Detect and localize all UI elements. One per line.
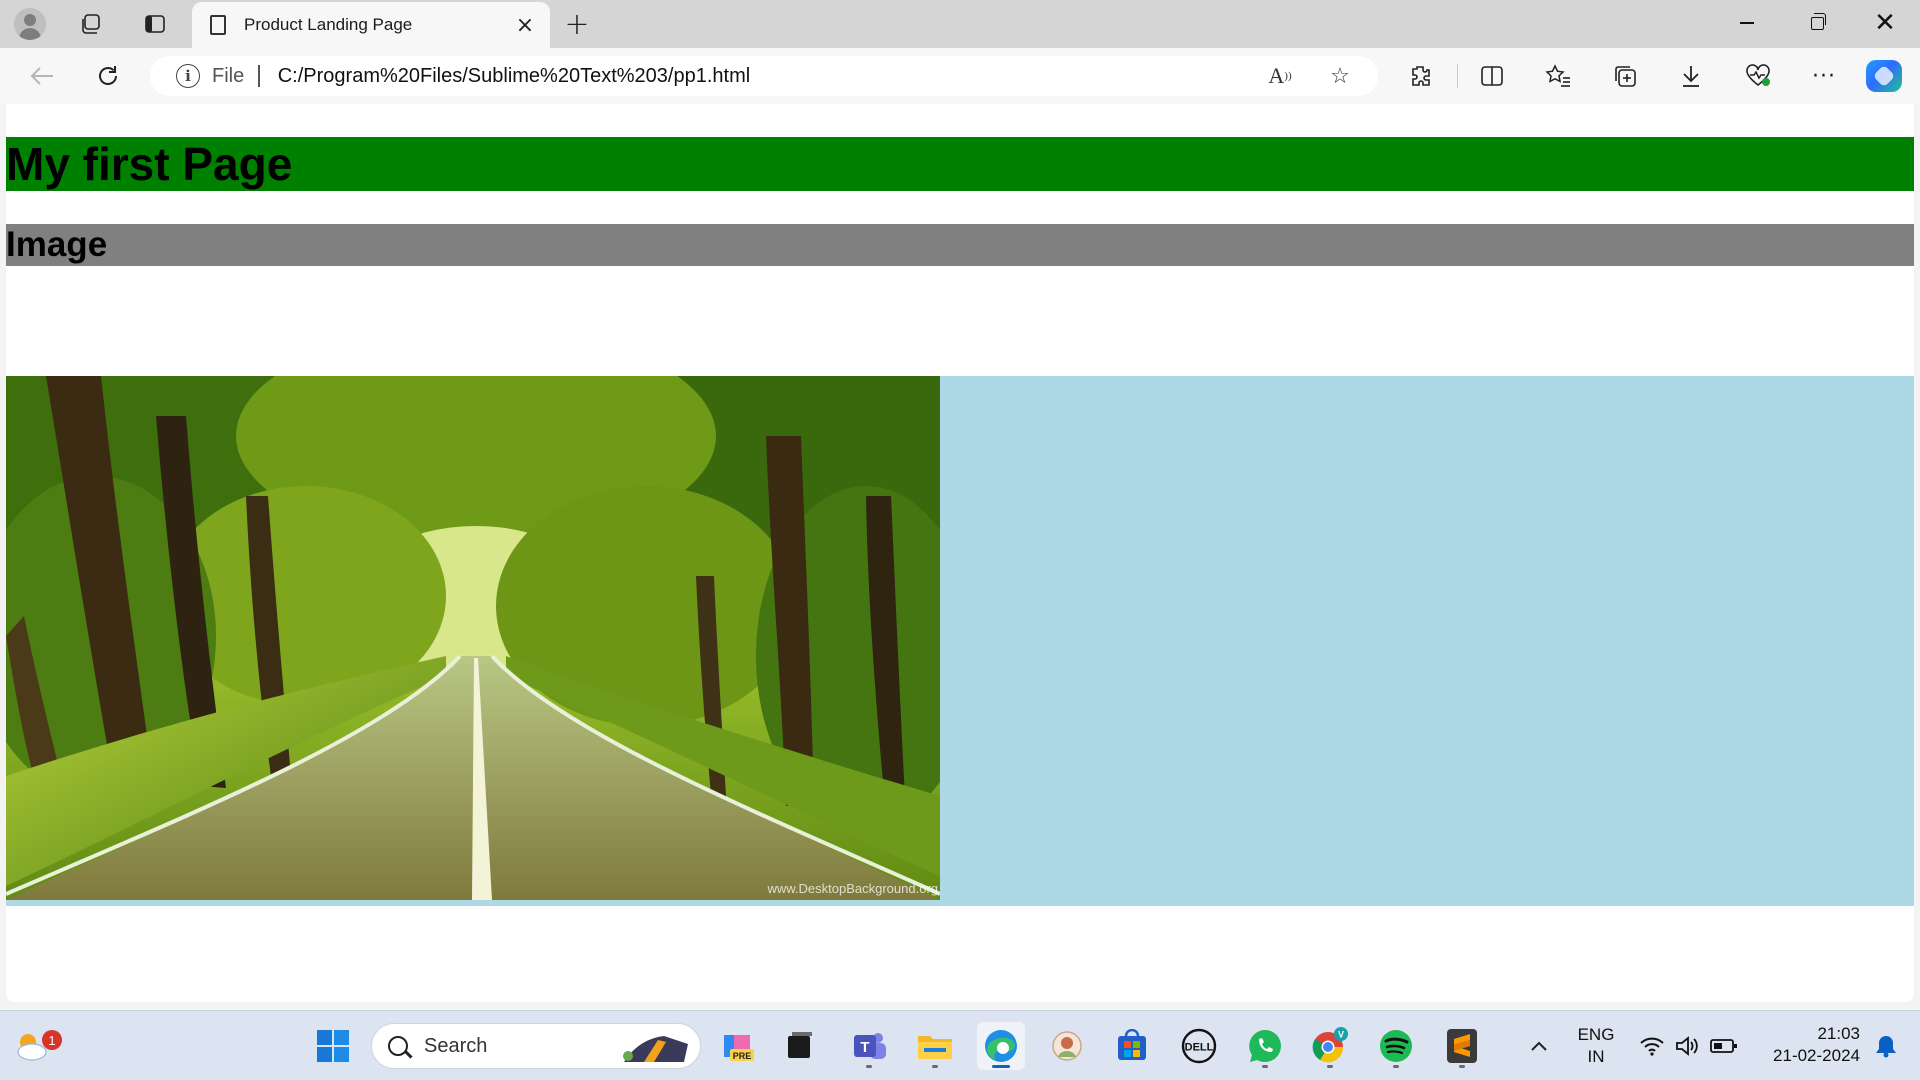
clock-time: 21:03 [1817,1024,1860,1043]
tab-title: Product Landing Page [244,15,413,34]
running-indicator [1327,1065,1333,1068]
dell-icon[interactable]: DELL [1175,1022,1223,1070]
vertical-tabs-icon[interactable] [128,6,182,42]
taskbar-clock[interactable]: 21:03 21-02-2024 [1756,1023,1860,1067]
page-viewport: My first Page Image www.DesktopBackgroun… [6,104,1914,1002]
settings-more-icon[interactable]: ··· [1802,58,1846,94]
running-indicator [866,1065,872,1068]
browser-toolbar: i File C:/Program%20Files/Sublime%20Text… [0,48,1920,104]
browser-essentials-icon[interactable] [1736,58,1780,94]
chrome-icon[interactable]: V [1306,1022,1354,1070]
close-tab-icon[interactable]: × [512,12,538,38]
running-indicator [992,1065,1010,1068]
microsoft-store-icon[interactable] [1108,1022,1156,1070]
running-indicator [932,1065,938,1068]
weather-widget-icon[interactable]: 1 [8,1022,62,1070]
minimize-window-button[interactable] [1712,0,1782,46]
collections-icon[interactable] [1603,58,1647,94]
extensions-icon[interactable] [1398,58,1442,94]
input-language-indicator[interactable]: ENG IN [1574,1024,1618,1068]
image-watermark: www.DesktopBackground.org [767,881,938,896]
heading2-banner: Image [6,224,1914,266]
weather-notification-badge: 1 [42,1030,62,1050]
split-screen-icon[interactable] [1470,58,1514,94]
document-icon [210,15,226,35]
taskbar-search-input[interactable]: Search [371,1023,701,1069]
volume-icon[interactable] [1669,1022,1705,1070]
section-heading: Image [6,225,108,264]
battery-icon[interactable] [1706,1022,1742,1070]
windows-start-icon[interactable] [309,1022,357,1070]
clock-date: 21-02-2024 [1773,1046,1860,1065]
svg-text:PRE: PRE [733,1051,752,1061]
wifi-icon[interactable] [1634,1022,1670,1070]
browser-tab-strip: Product Landing Page × + ✕ [0,0,1920,48]
whatsapp-icon[interactable] [1241,1022,1289,1070]
site-info-icon[interactable]: i [176,64,200,88]
svg-text:DELL: DELL [1185,1042,1214,1054]
teams-icon[interactable]: T [845,1022,893,1070]
avatar-app-icon[interactable] [1043,1022,1091,1070]
running-indicator [1459,1065,1465,1068]
language-region: IN [1587,1047,1605,1066]
copilot-icon[interactable] [1866,60,1902,92]
svg-text:T: T [860,1039,869,1056]
file-explorer-icon[interactable] [911,1022,959,1070]
url-text[interactable]: C:/Program%20Files/Sublime%20Text%203/pp… [278,65,750,88]
read-aloud-icon[interactable]: A)) [1262,60,1298,92]
edge-browser-icon[interactable] [977,1022,1025,1070]
page-title: My first Page [6,138,293,190]
language-code: ENG [1577,1025,1615,1044]
spotify-icon[interactable] [1372,1022,1420,1070]
search-icon [388,1036,408,1056]
workspaces-icon[interactable] [64,6,118,42]
copilot-pre-icon[interactable]: PRE [713,1022,761,1070]
forest-road-image: www.DesktopBackground.org [6,376,940,900]
refresh-icon[interactable] [88,58,128,94]
search-highlight-icon [623,1036,688,1062]
heading1-banner: My first Page [6,137,1914,191]
toolbar-divider [1457,64,1458,88]
favorites-icon[interactable] [1536,58,1580,94]
profile-avatar-icon[interactable] [14,8,46,40]
notification-bell-icon[interactable] [1866,1022,1906,1070]
site-scheme-label: File [212,64,245,87]
task-view-icon[interactable] [776,1022,824,1070]
new-tab-button[interactable]: + [560,7,594,42]
svg-text:V: V [1338,1030,1344,1040]
running-indicator [1393,1065,1399,1068]
sublime-text-icon[interactable] [1438,1022,1486,1070]
windows-taskbar: 1 Search PRE T DELL V ENG IN 21:03 21-02… [0,1010,1920,1080]
show-hidden-icons-chevron-icon[interactable] [1515,1022,1563,1070]
close-window-button[interactable]: ✕ [1850,0,1920,46]
favorite-star-icon[interactable]: ☆ [1322,60,1358,92]
active-tab[interactable]: Product Landing Page × [192,2,550,48]
restore-window-button[interactable] [1782,0,1852,46]
downloads-icon[interactable] [1669,58,1713,94]
running-indicator [1262,1065,1268,1068]
image-section: www.DesktopBackground.org [6,376,1914,906]
search-placeholder: Search [424,1034,488,1057]
address-bar[interactable]: i File C:/Program%20Files/Sublime%20Text… [150,56,1378,96]
back-arrow-icon[interactable] [22,58,62,94]
address-divider [258,65,260,87]
